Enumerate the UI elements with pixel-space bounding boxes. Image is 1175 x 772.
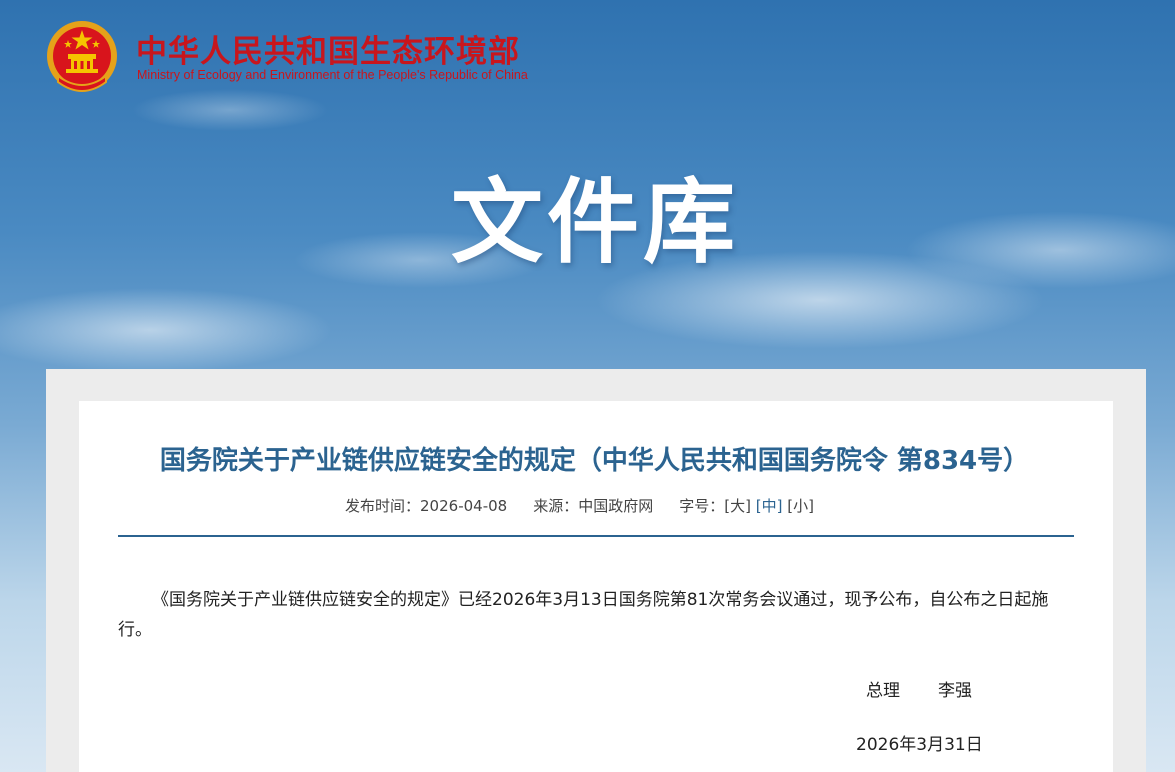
signature-date: 2026年3月31日 <box>856 735 983 755</box>
published-date: 2026-04-08 <box>420 497 508 515</box>
article-meta: 发布时间：2026-04-08 来源：中国政府网 字号：[大] [中] [小] <box>345 495 814 516</box>
brand-name-cn[interactable]: 中华人民共和国生态环境部 <box>136 26 520 71</box>
font-size-small-button[interactable]: [小] <box>787 495 814 516</box>
article-body: 《国务院关于产业链供应链安全的规定》已经2026年3月13日国务院第81次常务会… <box>118 590 1049 640</box>
national-emblem-icon[interactable] <box>44 18 120 98</box>
article-title: 国务院关于产业链供应链安全的规定（中华人民共和国国务院令 第834号） <box>159 446 1030 476</box>
source-value: 中国政府网 <box>578 497 654 515</box>
published-label: 发布时间： <box>345 497 421 515</box>
signature-name: 李强 <box>938 681 972 701</box>
signature-title: 总理 <box>866 681 900 701</box>
font-size-medium-button[interactable]: [中] <box>756 495 783 516</box>
brand-name-en[interactable]: Ministry of Ecology and Environment of t… <box>137 68 528 82</box>
font-size-label: 字号： <box>679 497 725 515</box>
font-size-large-button[interactable]: [大] <box>724 495 751 516</box>
hero-title: 文件库 <box>450 169 739 276</box>
page: 中华人民共和国生态环境部 Ministry of Ecology and Env… <box>0 0 1175 772</box>
title-divider <box>118 535 1074 537</box>
source-label: 来源： <box>533 497 579 515</box>
